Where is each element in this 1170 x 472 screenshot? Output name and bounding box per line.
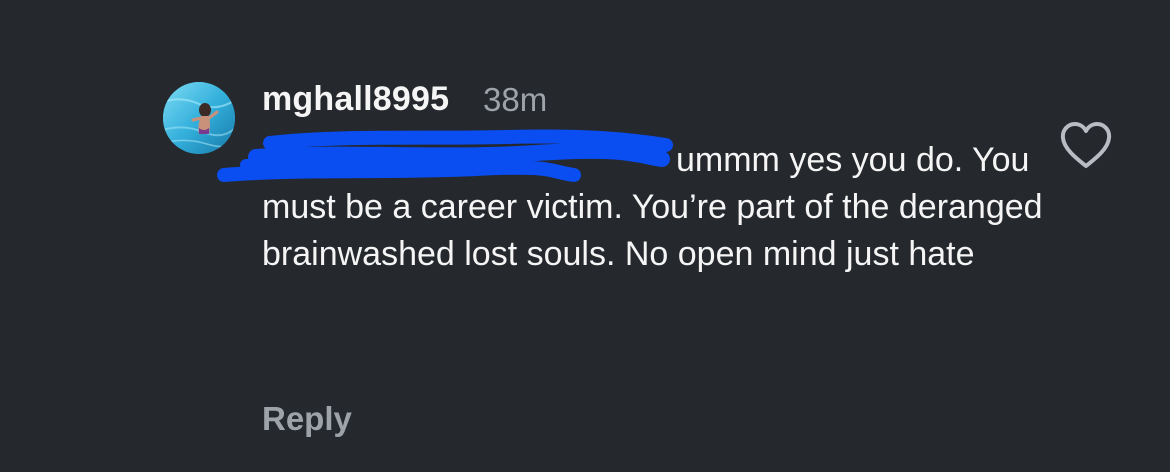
username[interactable]: mghall8995 <box>262 80 449 119</box>
avatar[interactable] <box>163 82 235 154</box>
heart-outline-icon <box>1060 122 1112 168</box>
like-button[interactable] <box>1058 120 1114 172</box>
comment-item: mghall8995 38m ummm yes you do. You must… <box>0 0 1170 472</box>
profile-photo-icon <box>163 82 235 154</box>
comment-body: ummm yes you do. You must be a career vi… <box>262 141 1053 273</box>
comment-text: ummm yes you do. You must be a career vi… <box>262 137 1052 278</box>
reply-button[interactable]: Reply <box>262 400 352 438</box>
timestamp: 38m <box>483 81 548 118</box>
